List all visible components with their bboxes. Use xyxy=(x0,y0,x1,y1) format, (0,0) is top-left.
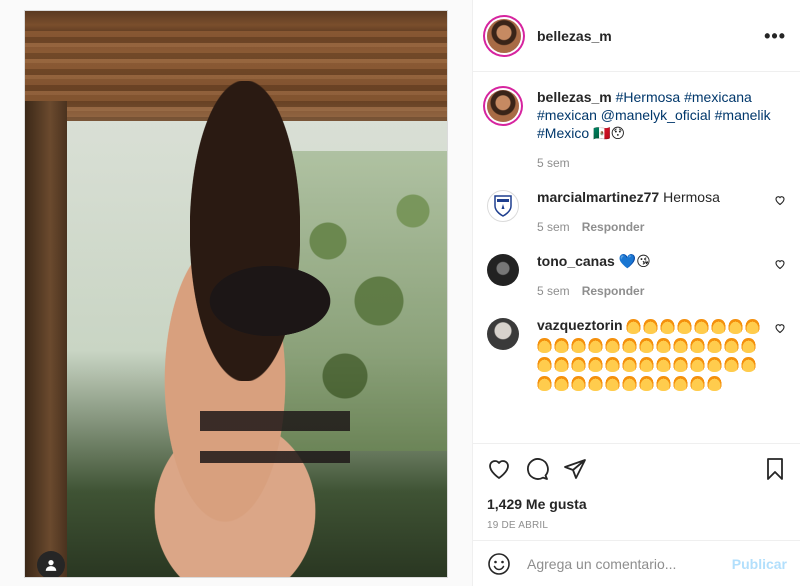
hashtag-link[interactable]: @manelyk_oficial xyxy=(597,107,711,123)
comment-item: vazqueztorin xyxy=(487,316,786,392)
fire-emoji xyxy=(622,338,637,354)
fire-emoji xyxy=(677,319,693,335)
reply-button[interactable]: Responder xyxy=(582,220,645,234)
fire-emoji xyxy=(707,376,722,392)
fire-emoji xyxy=(554,376,569,392)
post-actions: 1,429 Me gusta 19 DE ABRIL xyxy=(473,443,800,531)
fire-emoji xyxy=(639,338,654,354)
lingerie-top xyxy=(205,266,335,336)
like-count[interactable]: 1,429 Me gusta xyxy=(487,496,787,512)
fire-emoji xyxy=(673,376,688,392)
fire-emoji xyxy=(643,319,659,335)
fire-emoji xyxy=(622,376,637,392)
post-image[interactable] xyxy=(24,10,448,578)
emoji-icon[interactable] xyxy=(487,552,511,576)
model-hair xyxy=(190,81,300,381)
send-icon[interactable] xyxy=(563,457,587,481)
fire-emoji xyxy=(537,357,552,373)
comment-like-icon[interactable] xyxy=(770,322,786,392)
fire-emoji xyxy=(639,376,654,392)
commenter-username[interactable]: tono_canas xyxy=(537,253,615,269)
comment-time[interactable]: 5 sem xyxy=(537,220,570,234)
fire-emoji xyxy=(571,376,586,392)
fire-emoji xyxy=(694,319,710,335)
post-date[interactable]: 19 DE ABRIL xyxy=(487,520,787,531)
fire-emoji xyxy=(660,319,676,335)
fire-emoji xyxy=(626,319,642,335)
hashtag-link[interactable]: #mexicana xyxy=(680,89,752,105)
fire-emoji xyxy=(728,319,744,335)
comment-input[interactable] xyxy=(527,555,732,572)
comment-time[interactable]: 5 sem xyxy=(537,284,570,298)
commenter-avatar[interactable] xyxy=(487,254,519,286)
fire-emoji xyxy=(537,338,552,354)
fire-emoji xyxy=(537,376,552,392)
author-username[interactable]: bellezas_m xyxy=(537,28,612,44)
wood-post xyxy=(25,101,67,577)
commenter-username[interactable]: marcialmartinez77 xyxy=(537,189,659,205)
fire-emoji xyxy=(741,357,756,373)
comment-text: 💙😘 xyxy=(618,253,651,269)
fire-emoji xyxy=(690,357,705,373)
fire-emoji xyxy=(690,376,705,392)
comment-like-icon[interactable] xyxy=(770,258,786,300)
commenter-avatar[interactable] xyxy=(487,318,519,350)
fire-emoji xyxy=(554,357,569,373)
fire-emoji xyxy=(690,338,705,354)
fire-emoji xyxy=(622,357,637,373)
fire-emoji xyxy=(711,319,727,335)
commenter-avatar[interactable] xyxy=(487,190,519,222)
reply-button[interactable]: Responder xyxy=(582,284,645,298)
user-tag-icon[interactable] xyxy=(37,551,65,577)
publish-button[interactable]: Publicar xyxy=(732,556,787,572)
fire-emoji xyxy=(673,357,688,373)
fire-emoji xyxy=(571,357,586,373)
heart-icon[interactable] xyxy=(487,457,511,481)
fire-emoji xyxy=(588,376,603,392)
comment-icon[interactable] xyxy=(525,457,549,481)
fire-emoji xyxy=(588,357,603,373)
fire-emoji xyxy=(724,338,739,354)
fire-emoji xyxy=(741,338,756,354)
bookmark-icon[interactable] xyxy=(763,457,787,481)
caption: bellezas_m #Hermosa #mexicana #mexican @… xyxy=(487,88,786,172)
fire-emoji xyxy=(707,357,722,373)
fire-emoji xyxy=(745,319,761,335)
fire-emoji xyxy=(707,338,722,354)
comment-like-icon[interactable] xyxy=(770,194,786,236)
fire-emoji xyxy=(554,338,569,354)
caption-emoji: 🇲🇽😯 xyxy=(589,125,626,141)
fire-emoji xyxy=(724,357,739,373)
fire-emoji xyxy=(673,338,688,354)
hashtag-link[interactable]: #mexican xyxy=(537,107,597,123)
comment-composer: Publicar xyxy=(473,540,800,586)
hashtag-link[interactable]: #manelik xyxy=(711,107,771,123)
hashtag-link[interactable]: #Hermosa xyxy=(616,89,681,105)
author-avatar-small[interactable] xyxy=(487,90,519,122)
fire-emoji xyxy=(605,376,620,392)
post-sidebar: bellezas_m ••• bellezas_m #Hermosa #mexi… xyxy=(472,0,800,586)
author-avatar[interactable] xyxy=(487,18,521,53)
lingerie-garter xyxy=(200,411,350,541)
commenter-username[interactable]: vazqueztorin xyxy=(537,317,623,333)
more-options-icon[interactable]: ••• xyxy=(764,27,786,45)
fire-emoji xyxy=(571,338,586,354)
comment-item: marcialmartinez77 Hermosa 5 sem Responder xyxy=(487,188,786,236)
fire-emoji xyxy=(639,357,654,373)
hashtag-link[interactable]: #Mexico xyxy=(537,125,589,141)
fire-emoji xyxy=(656,357,671,373)
fire-emoji xyxy=(656,376,671,392)
post-header: bellezas_m ••• xyxy=(473,0,800,72)
caption-time[interactable]: 5 sem xyxy=(537,156,570,170)
fire-emoji xyxy=(656,338,671,354)
fire-emoji xyxy=(605,357,620,373)
caption-username[interactable]: bellezas_m xyxy=(537,89,612,105)
comments-list: bellezas_m #Hermosa #mexicana #mexican @… xyxy=(473,72,800,442)
fire-emoji xyxy=(605,338,620,354)
fire-emoji xyxy=(588,338,603,354)
comment-text: Hermosa xyxy=(663,189,720,205)
comment-item: tono_canas 💙😘 5 sem Responder xyxy=(487,252,786,300)
